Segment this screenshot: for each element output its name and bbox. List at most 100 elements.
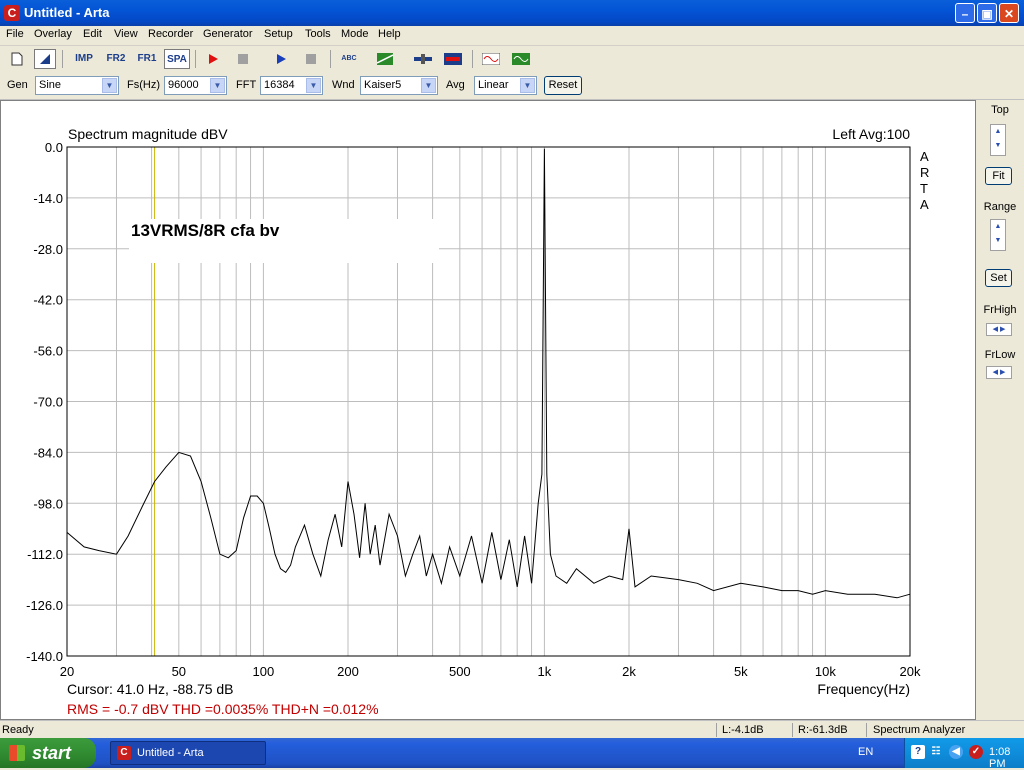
- frhigh-spinner[interactable]: ◀ ▶: [986, 323, 1012, 336]
- menu-tools[interactable]: Tools: [305, 28, 331, 40]
- menu-help[interactable]: Help: [378, 28, 401, 40]
- clock: 1:08 PM: [989, 746, 1011, 770]
- status-ready: Ready: [2, 724, 34, 736]
- generator-stop-icon[interactable]: [300, 49, 322, 69]
- range-label: Range: [983, 201, 1017, 213]
- fft-select[interactable]: 16384 ▼: [260, 76, 323, 95]
- x-tick-label: 50: [172, 664, 186, 679]
- menu-overlay[interactable]: Overlay: [34, 28, 72, 40]
- fs-select[interactable]: 96000 ▼: [164, 76, 227, 95]
- y-tick-label: -42.0: [33, 293, 63, 308]
- chart-title: Spectrum magnitude dBV: [68, 126, 228, 142]
- y-tick-label: -126.0: [26, 598, 63, 613]
- spectrum-mode-button[interactable]: SPA: [164, 49, 190, 69]
- arta-watermark-a1: A: [920, 149, 929, 164]
- generator-setup-icon[interactable]: [480, 49, 502, 69]
- menu-setup[interactable]: Setup: [264, 28, 293, 40]
- arta-app-icon[interactable]: C: [4, 5, 20, 21]
- record-stop-icon[interactable]: [232, 49, 254, 69]
- y-tick-label: -112.0: [27, 547, 63, 562]
- x-tick-label: 5k: [734, 664, 748, 679]
- chevron-down-icon[interactable]: ▼: [306, 78, 321, 93]
- channel-average-label: Left Avg:100: [832, 126, 910, 142]
- arta-watermark-r: R: [920, 165, 929, 180]
- chart-annotation: 13VRMS/8R cfa bv: [131, 221, 280, 240]
- frlow-spinner[interactable]: ◀ ▶: [986, 366, 1012, 379]
- frhigh-label: FrHigh: [983, 304, 1017, 316]
- menu-edit[interactable]: Edit: [83, 28, 102, 40]
- window-select[interactable]: Kaiser5 ▼: [360, 76, 438, 95]
- chevron-down-icon[interactable]: ▼: [421, 78, 436, 93]
- minimize-button[interactable]: –: [955, 3, 975, 23]
- chevron-down-icon[interactable]: ▼: [102, 78, 117, 93]
- avg-select[interactable]: Linear ▼: [474, 76, 537, 95]
- start-button[interactable]: start: [0, 738, 96, 768]
- status-bar: Ready L:-4.1dB R:-61.3dB Spectrum Analyz…: [0, 720, 1024, 739]
- record-play-icon[interactable]: [202, 49, 224, 69]
- y-tick-label: -14.0: [33, 191, 63, 206]
- chevron-down-icon[interactable]: ▼: [210, 78, 225, 93]
- y-tick-label: -56.0: [33, 344, 63, 359]
- range-spinner[interactable]: ▲ ▼: [990, 219, 1006, 251]
- fr1-mode-button[interactable]: FR1: [133, 49, 161, 69]
- avg-select-value: Linear: [478, 79, 509, 91]
- title-bar: C Untitled - Arta – ▣ ✕: [0, 0, 1024, 26]
- window-select-value: Kaiser5: [364, 79, 402, 91]
- menu-recorder[interactable]: Recorder: [148, 28, 193, 40]
- new-file-icon[interactable]: [6, 49, 28, 69]
- taskbar-item-arta[interactable]: C Untitled - Arta: [110, 741, 266, 765]
- language-indicator[interactable]: EN: [858, 746, 873, 758]
- top-spinner[interactable]: ▲ ▼: [990, 124, 1006, 156]
- y-tick-label: -98.0: [33, 496, 63, 511]
- gen-label: Gen: [7, 79, 28, 91]
- cursor-readout: Cursor: 41.0 Hz, -88.75 dB: [67, 681, 234, 697]
- menu-mode[interactable]: Mode: [341, 28, 369, 40]
- measurement-readout: RMS = -0.7 dBV THD =0.0035% THD+N =0.012…: [67, 701, 379, 717]
- gen-select[interactable]: Sine ▼: [35, 76, 119, 95]
- system-tray: ? ☷ ◀ ✓ 1:08 PM: [904, 738, 1024, 770]
- fr2-mode-button[interactable]: FR2: [102, 49, 130, 69]
- network-tray-icon[interactable]: ☷: [929, 745, 943, 759]
- generator-play-icon[interactable]: [270, 49, 292, 69]
- plot-area[interactable]: 0.0 -14.0 -28.0 -42.0 -56.0 -70.0 -84.0 -98.0 -1…: [0, 100, 976, 720]
- close-button[interactable]: ✕: [999, 3, 1019, 23]
- x-tick-label: 10k: [815, 664, 836, 679]
- chevron-down-icon[interactable]: ▼: [520, 78, 535, 93]
- calibration-icon[interactable]: [412, 49, 434, 69]
- taskbar-item-label: Untitled - Arta: [137, 747, 204, 759]
- status-right-level: R:-61.3dB: [798, 724, 848, 736]
- x-tick-label: 200: [337, 664, 359, 679]
- parameter-bar: Gen Sine ▼ Fs(Hz) 96000 ▼ FFT 16384 ▼ Wnd K…: [0, 73, 1024, 100]
- meter-icon[interactable]: [442, 49, 464, 69]
- wnd-label: Wnd: [332, 79, 355, 91]
- taskbar: start C Untitled - Arta EN ? ☷ ◀ ✓ 1:08 …: [0, 738, 1024, 770]
- status-left-level: L:-4.1dB: [722, 724, 764, 736]
- y-tick-label: -84.0: [33, 445, 63, 460]
- status-mode: Spectrum Analyzer: [873, 724, 966, 736]
- maximize-button[interactable]: ▣: [977, 3, 997, 23]
- x-tick-label: 2k: [622, 664, 636, 679]
- set-button[interactable]: Set: [985, 269, 1012, 287]
- x-tick-label: 20k: [900, 664, 921, 679]
- menu-view[interactable]: View: [114, 28, 138, 40]
- menu-generator[interactable]: Generator: [203, 28, 253, 40]
- arta-watermark-t: T: [920, 181, 928, 196]
- help-tray-icon[interactable]: ?: [911, 745, 925, 759]
- menu-bar: File Overlay Edit View Recorder Generato…: [0, 26, 1024, 46]
- impulse-mode-button[interactable]: IMP: [70, 49, 98, 69]
- menu-file[interactable]: File: [6, 28, 24, 40]
- reset-button[interactable]: Reset: [544, 76, 582, 95]
- volume-tray-icon[interactable]: ◀: [949, 745, 963, 759]
- x-tick-label: 100: [253, 664, 275, 679]
- arta-watermark-a2: A: [920, 197, 929, 212]
- y-tick-label: -140.0: [26, 649, 63, 664]
- audio-setup-icon[interactable]: [510, 49, 532, 69]
- fs-label: Fs(Hz): [127, 79, 160, 91]
- cursor-mode-icon[interactable]: [34, 49, 56, 69]
- fit-button[interactable]: Fit: [985, 167, 1012, 185]
- abc-tool-button[interactable]: ABC: [337, 49, 361, 69]
- start-label: start: [32, 743, 72, 763]
- spectrum-chart[interactable]: 0.0 -14.0 -28.0 -42.0 -56.0 -70.0 -84.0 -98.0 -1…: [1, 101, 975, 719]
- overlay-icon[interactable]: [374, 49, 396, 69]
- security-shield-icon[interactable]: ✓: [969, 745, 983, 759]
